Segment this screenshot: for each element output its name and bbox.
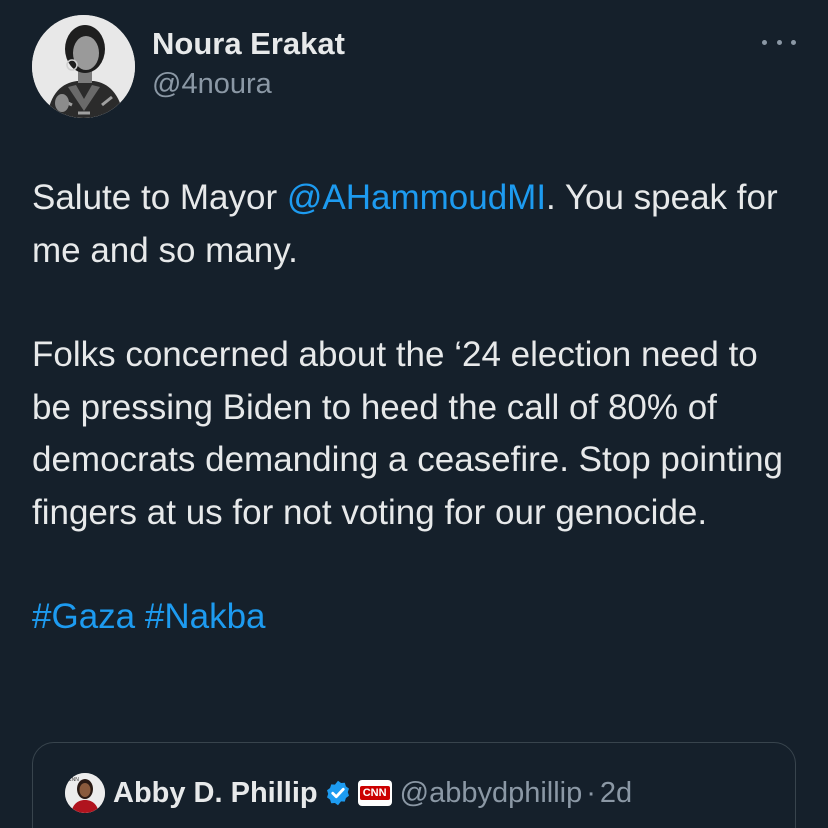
text-segment: Salute to Mayor (32, 178, 287, 217)
mention-link[interactable]: @AHammoudMI (287, 178, 546, 217)
quoted-author-avatar[interactable]: CNN (65, 773, 105, 813)
text-segment (135, 597, 145, 636)
tweet-paragraph-2: Folks concerned about the ‘24 election n… (32, 329, 802, 539)
tweet-text: Salute to Mayor @AHammoudMI. You speak f… (32, 172, 802, 696)
quoted-tweet[interactable]: CNN Abby D. Phillip CNN @abbydphillip · … (32, 742, 796, 828)
avatar-photo-icon (32, 15, 135, 118)
quoted-timestamp[interactable]: 2d (600, 777, 632, 810)
verified-badge-icon (326, 780, 349, 806)
author-avatar[interactable] (32, 15, 135, 118)
quoted-display-name[interactable]: Abby D. Phillip (113, 777, 318, 810)
tweet-paragraph-3: #Gaza #Nakba (32, 591, 802, 644)
more-options-icon[interactable] (762, 32, 796, 52)
affiliation-logo: CNN (359, 786, 390, 800)
tweet-paragraph-1: Salute to Mayor @AHammoudMI. You speak f… (32, 172, 802, 277)
more-dot (762, 39, 767, 45)
text-segment: Folks concerned about the ‘24 election n… (32, 335, 784, 532)
author-handle[interactable]: @4noura (152, 64, 345, 104)
hashtag-link-gaza[interactable]: #Gaza (32, 597, 135, 636)
more-dot (791, 39, 796, 45)
quoted-avatar-photo-icon: CNN (65, 773, 105, 813)
affiliation-badge[interactable]: CNN (357, 780, 392, 806)
author-display-name[interactable]: Noura Erakat (152, 24, 345, 64)
separator-dot: · (586, 776, 596, 809)
tweet-card: Noura Erakat @4noura Salute to Mayor @AH… (0, 0, 828, 828)
svg-text:CNN: CNN (68, 777, 79, 783)
quoted-tweet-header: CNN Abby D. Phillip CNN @abbydphillip · … (65, 773, 632, 813)
tweet-header: Noura Erakat @4noura (32, 12, 796, 122)
quoted-handle[interactable]: @abbydphillip (400, 777, 583, 810)
more-dot (776, 39, 782, 45)
hashtag-link-nakba[interactable]: #Nakba (145, 597, 266, 636)
author-names: Noura Erakat @4noura (152, 24, 345, 104)
